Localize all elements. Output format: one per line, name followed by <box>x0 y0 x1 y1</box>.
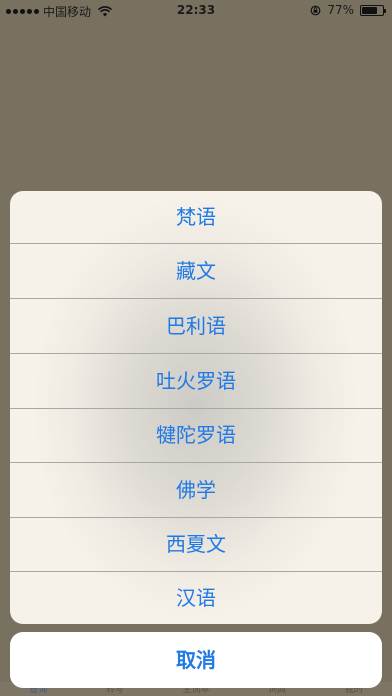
battery-percent: 77% <box>327 3 354 17</box>
lock-rotation-icon <box>310 5 321 15</box>
battery-icon <box>360 4 386 16</box>
option-buddhist-studies[interactable]: 佛学 <box>10 463 382 517</box>
option-sanskrit[interactable]: 梵语 <box>10 191 382 243</box>
status-right: 77% <box>310 3 386 17</box>
option-tocharian[interactable]: 吐火罗语 <box>10 354 382 408</box>
option-pali[interactable]: 巴利语 <box>10 299 382 353</box>
option-chinese[interactable]: 汉语 <box>10 572 382 624</box>
option-gandhari[interactable]: 犍陀罗语 <box>10 409 382 462</box>
option-tangut[interactable]: 西夏文 <box>10 518 382 571</box>
cancel-button[interactable]: 取消 <box>10 632 382 688</box>
option-tibetan[interactable]: 藏文 <box>10 244 382 298</box>
battery-fill <box>362 6 378 14</box>
action-sheet-options: 梵语 藏文 巴利语 吐火罗语 犍陀罗语 佛学 西夏文 汉语 <box>10 191 382 624</box>
status-bar: 中国移动 22:33 77% <box>0 0 392 20</box>
